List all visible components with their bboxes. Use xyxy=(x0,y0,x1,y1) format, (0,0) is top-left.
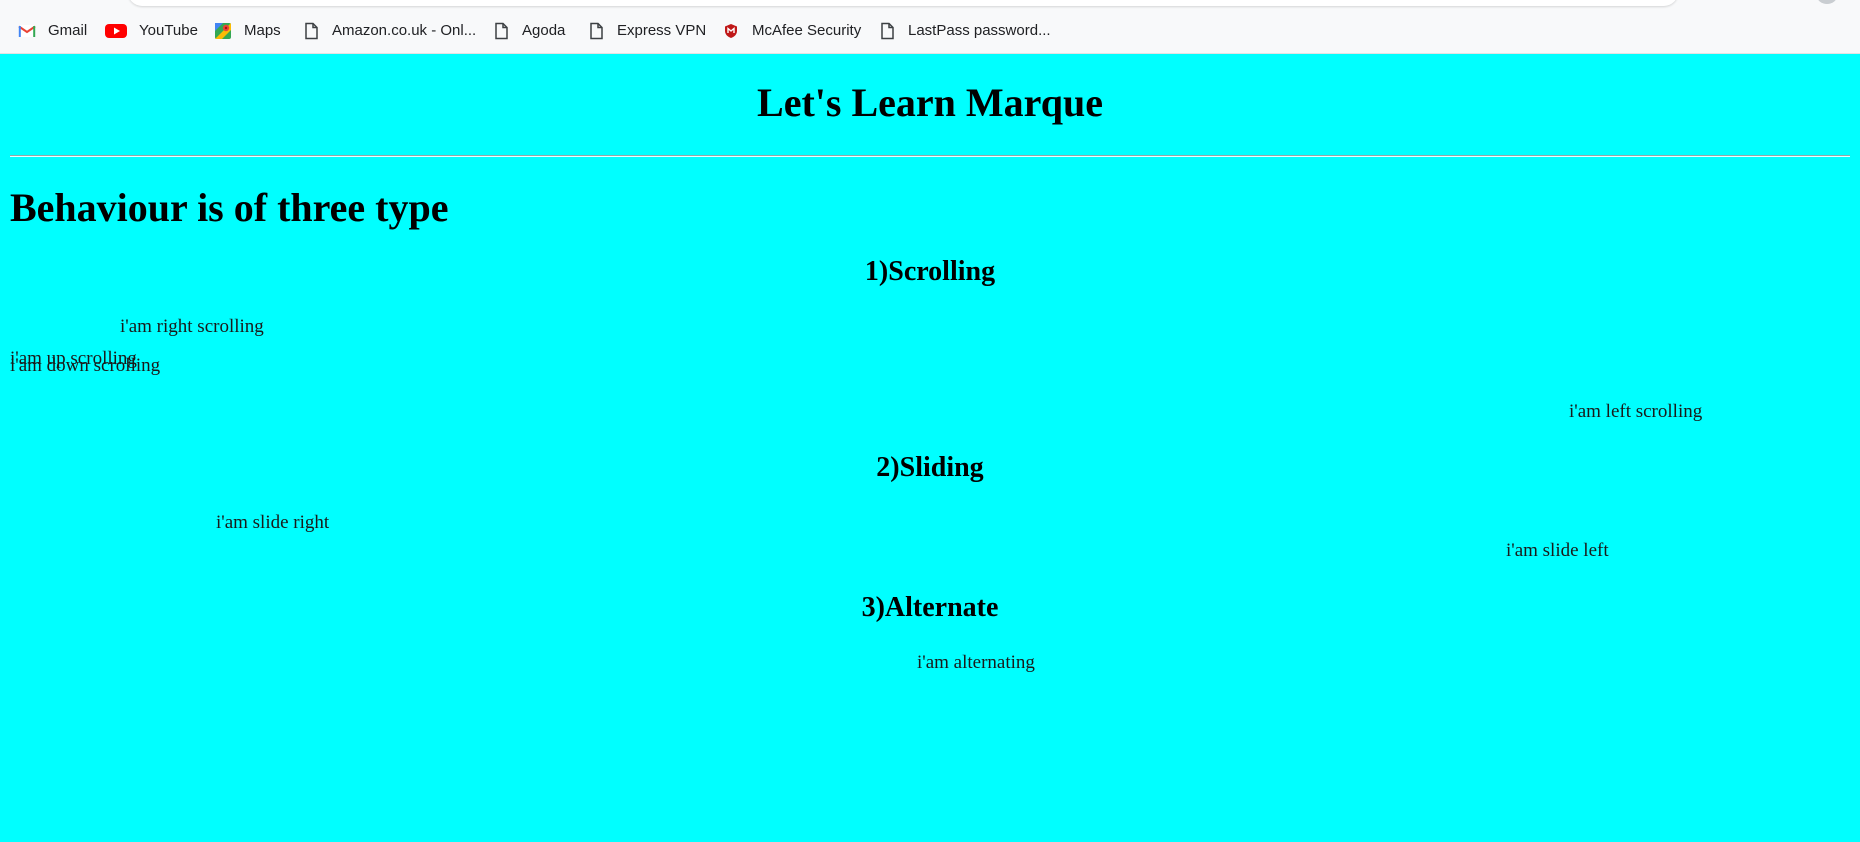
address-bar[interactable] xyxy=(128,0,1678,6)
profile-avatar[interactable] xyxy=(1817,0,1837,4)
bookmarks-bar: Gmail YouTube Maps Amazon.co.uk - Onl...… xyxy=(0,0,1860,54)
bookmark-label: Maps xyxy=(244,22,281,39)
bookmark-lastpass[interactable]: LastPass password... xyxy=(878,18,1051,44)
page-content: Let's Learn Marque Behaviour is of three… xyxy=(0,54,1860,842)
bookmark-agoda[interactable]: Agoda xyxy=(492,18,565,44)
maps-icon xyxy=(214,22,232,40)
section-title-sliding: 2)Sliding xyxy=(876,452,984,483)
bookmark-youtube[interactable]: YouTube xyxy=(105,18,198,44)
bookmark-label: McAfee Security xyxy=(752,22,862,39)
gmail-icon xyxy=(18,22,36,40)
bookmark-label: Amazon.co.uk - Onl... xyxy=(332,22,477,39)
marquee-slide-left: i'am slide left xyxy=(1506,540,1609,561)
page-icon xyxy=(492,22,510,40)
bookmark-gmail[interactable]: Gmail xyxy=(18,18,87,44)
bookmark-label: LastPass password... xyxy=(908,22,1051,39)
page-title: Let's Learn Marque xyxy=(757,80,1103,125)
youtube-icon xyxy=(105,22,127,40)
marquee-alternating: i'am alternating xyxy=(917,652,1035,673)
divider xyxy=(10,155,1850,157)
bookmark-label: Gmail xyxy=(48,22,88,39)
section-title-scrolling: 1)Scrolling xyxy=(864,256,996,287)
mcafee-icon xyxy=(722,22,740,40)
page-icon xyxy=(878,22,896,40)
bookmark-express-vpn[interactable]: Express VPN xyxy=(587,18,706,44)
page-icon xyxy=(302,22,320,40)
page-icon xyxy=(587,22,605,40)
bookmark-mcafee[interactable]: McAfee Security xyxy=(722,18,861,44)
marquee-right-scrolling: i'am right scrolling xyxy=(120,316,264,337)
section-title-alternate: 3)Alternate xyxy=(861,592,999,623)
bookmark-label: Express VPN xyxy=(617,22,707,39)
bookmark-amazon[interactable]: Amazon.co.uk - Onl... xyxy=(302,18,476,44)
bookmark-maps[interactable]: Maps xyxy=(214,18,281,44)
bookmark-label: YouTube xyxy=(139,22,198,39)
bookmark-label: Agoda xyxy=(522,22,566,39)
marquee-slide-right: i'am slide right xyxy=(216,512,330,533)
behaviour-heading: Behaviour is of three type xyxy=(10,185,449,230)
marquee-up-scrolling: i'am up scrolling xyxy=(10,348,137,369)
marquee-left-scrolling: i'am left scrolling xyxy=(1569,401,1703,422)
